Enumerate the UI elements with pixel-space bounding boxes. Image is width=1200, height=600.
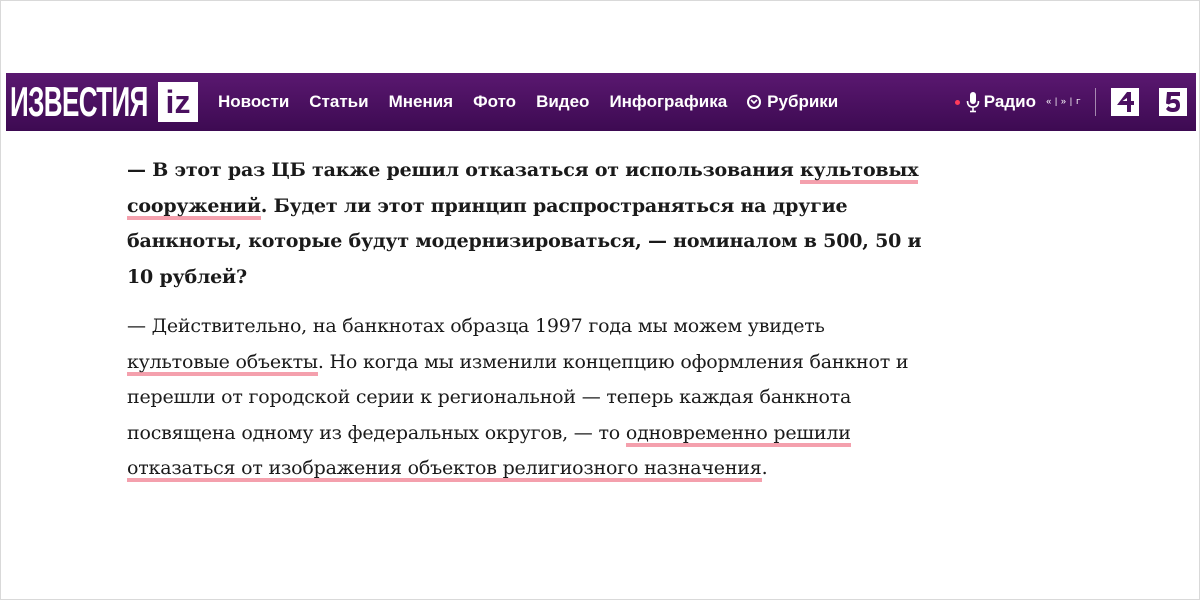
channel-4-icon[interactable] bbox=[1110, 87, 1140, 117]
interview-answer: — Действительно, на банкнотах образца 19… bbox=[127, 309, 927, 487]
nav-item-rubrics[interactable]: Рубрики bbox=[747, 92, 838, 112]
nav-rubrics-label: Рубрики bbox=[767, 92, 839, 111]
highlighted-phrase: культовые объекты bbox=[127, 350, 318, 376]
header-divider bbox=[1095, 88, 1096, 116]
wave-glyph: | bbox=[1053, 97, 1059, 107]
main-nav: Новости Статьи Мнения Фото Видео Инфогра… bbox=[218, 92, 838, 112]
chevron-down-icon bbox=[747, 95, 762, 109]
radio-link[interactable]: Радио bbox=[984, 92, 1036, 112]
wave-glyph: « bbox=[1045, 97, 1052, 107]
logo-text: ИЗВЕСТИЯ bbox=[10, 78, 148, 125]
site-logo[interactable]: ИЗВЕСТИЯ iz bbox=[10, 73, 198, 131]
answer-text: — Действительно, на банкнотах образца 19… bbox=[127, 315, 825, 337]
wave-glyph: г bbox=[1075, 97, 1081, 107]
nav-item-photo[interactable]: Фото bbox=[473, 92, 516, 112]
nav-item-infographics[interactable]: Инфографика bbox=[609, 92, 727, 112]
header-right: Радио « | » | г bbox=[954, 73, 1188, 131]
wave-glyph: | bbox=[1068, 97, 1074, 107]
nav-item-opinions[interactable]: Мнения bbox=[389, 92, 454, 112]
question-text: — В этот раз ЦБ также решил отказаться о… bbox=[127, 159, 800, 181]
answer-text: . bbox=[761, 457, 768, 479]
screenshot-frame: ИЗВЕСТИЯ iz Новости Статьи Мнения Фото В… bbox=[0, 0, 1200, 600]
site-header: ИЗВЕСТИЯ iz Новости Статьи Мнения Фото В… bbox=[6, 73, 1196, 131]
article-body: — В этот раз ЦБ также решил отказаться о… bbox=[127, 153, 927, 487]
interview-question: — В этот раз ЦБ также решил отказаться о… bbox=[127, 153, 927, 295]
logo-badge: iz bbox=[158, 82, 198, 122]
nav-item-video[interactable]: Видео bbox=[536, 92, 589, 112]
microphone-icon[interactable] bbox=[966, 91, 980, 113]
channel-5-icon[interactable] bbox=[1158, 87, 1188, 117]
nav-item-articles[interactable]: Статьи bbox=[309, 92, 368, 112]
live-dot-icon bbox=[954, 99, 960, 105]
radio-wave-icon[interactable]: « | » | г bbox=[1046, 97, 1081, 107]
wave-glyph: » bbox=[1060, 97, 1067, 107]
nav-item-news[interactable]: Новости bbox=[218, 92, 289, 112]
